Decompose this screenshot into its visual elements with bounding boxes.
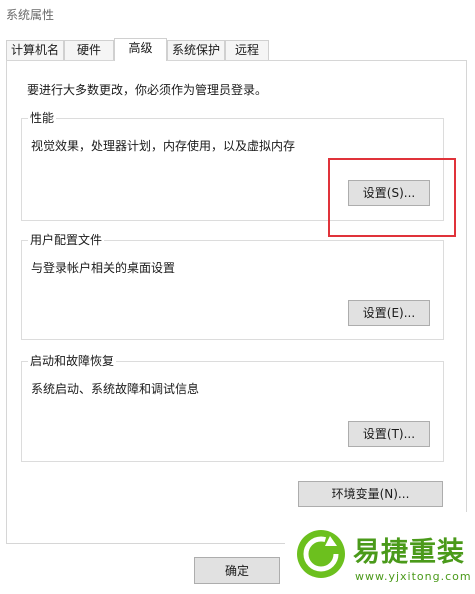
tab-remote[interactable]: 远程 [225,40,269,60]
admin-notice: 要进行大多数更改，你必须作为管理员登录。 [27,83,268,97]
watermark-url: www.yjxitong.com [355,570,472,583]
startup-recovery-description: 系统启动、系统故障和调试信息 [31,382,200,396]
startup-recovery-settings-button[interactable]: 设置(T)... [348,421,430,447]
highlight-box [328,158,456,237]
tab-system-protection[interactable]: 系统保护 [167,40,225,60]
user-profiles-description: 与登录帐户相关的桌面设置 [31,261,176,275]
window-title: 系统属性 [6,8,55,22]
environment-variables-button[interactable]: 环境变量(N)... [298,481,443,507]
watermark-name: 易捷重装 [353,537,465,568]
user-profiles-title: 用户配置文件 [28,232,105,248]
performance-description: 视觉效果，处理器计划，内存使用，以及虚拟内存 [31,139,296,153]
startup-recovery-title: 启动和故障恢复 [28,353,117,369]
tab-hardware[interactable]: 硬件 [64,40,114,60]
tab-advanced[interactable]: 高级 [114,38,167,61]
tab-strip: 计算机名 硬件 高级 系统保护 远程 [6,38,468,61]
title-bar: 系统属性 [0,0,475,28]
refresh-icon [297,530,345,578]
watermark: 易捷重装 www.yjxitong.com [285,512,475,594]
tab-computer-name[interactable]: 计算机名 [6,40,64,60]
performance-title: 性能 [28,110,57,126]
ok-button[interactable]: 确定 [194,557,280,584]
user-profiles-settings-button[interactable]: 设置(E)... [348,300,430,326]
